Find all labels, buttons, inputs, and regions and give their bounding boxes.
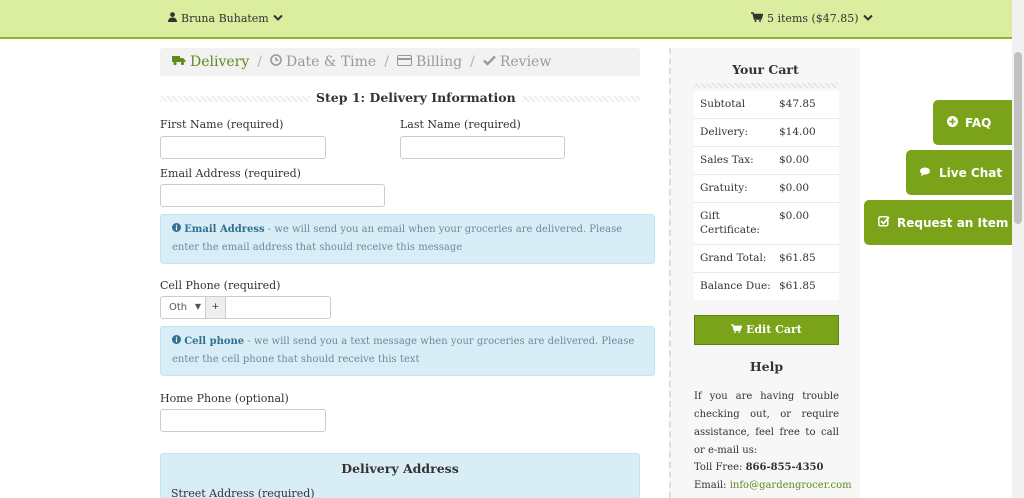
checkbox-icon xyxy=(878,215,890,230)
your-cart-title: Your Cart xyxy=(732,62,799,77)
phone-prefix-plus: + xyxy=(205,296,226,319)
toll-free-label: Toll Free: xyxy=(694,462,746,473)
totals-value: $0.00 xyxy=(779,154,810,166)
chevron-down-icon xyxy=(273,12,283,25)
user-icon xyxy=(168,12,177,25)
email-link[interactable]: info@gardengrocer.com xyxy=(730,480,852,491)
truck-icon xyxy=(172,54,186,70)
toll-free-line: Toll Free: 866-855-4350 xyxy=(694,462,823,473)
step-label: Review xyxy=(499,54,552,70)
email-info-title: Email Address xyxy=(184,224,265,235)
totals-row: Gratuity: $0.00 xyxy=(694,174,839,202)
scrollbar-thumb[interactable] xyxy=(1014,52,1022,224)
chat-icon xyxy=(920,166,932,180)
live-chat-tab[interactable]: Live Chat xyxy=(906,150,1012,195)
country-code-value: Oth xyxy=(169,302,188,313)
faq-tab[interactable]: FAQ xyxy=(933,100,1012,145)
user-name: Bruna Buhatem xyxy=(181,12,269,25)
caret-down-icon: ▼ xyxy=(194,302,201,311)
email-label: Email: xyxy=(694,480,730,491)
step-date-time[interactable]: Date & Time xyxy=(270,54,376,70)
totals-key: Grand Total: xyxy=(700,252,767,264)
faq-label: FAQ xyxy=(965,115,992,130)
chevron-down-icon xyxy=(862,12,873,25)
totals-key: Balance Due: xyxy=(700,280,771,292)
country-code-select[interactable]: Oth ▼ xyxy=(160,296,206,319)
shopping-cart-icon xyxy=(751,12,764,25)
first-name-label: First Name (required) xyxy=(160,118,284,131)
totals-value: $61.85 xyxy=(779,252,816,264)
street-address-label: Street Address (required) xyxy=(171,487,315,498)
totals-value: $47.85 xyxy=(779,98,816,110)
delivery-address-panel: Delivery Address Street Address (require… xyxy=(160,453,640,498)
divider xyxy=(693,83,838,88)
totals-row: Balance Due: $61.85 xyxy=(694,272,839,300)
request-item-label: Request an Item xyxy=(897,215,1009,230)
step-label: Date & Time xyxy=(285,54,377,70)
help-text: If you are having trouble checking out, … xyxy=(694,391,839,456)
info-icon xyxy=(172,221,181,239)
totals-value: $0.00 xyxy=(779,182,810,194)
totals-value: $0.00 xyxy=(779,210,810,222)
live-chat-label: Live Chat xyxy=(939,165,1003,180)
cart-summary: 5 items ($47.85) xyxy=(767,12,859,25)
checkout-steps: Delivery / Date & Time / Billing / Revie… xyxy=(160,48,640,76)
info-icon xyxy=(172,333,181,351)
delivery-address-title: Delivery Address xyxy=(341,461,459,476)
last-name-label: Last Name (required) xyxy=(400,118,521,131)
home-phone-input[interactable] xyxy=(160,409,326,432)
last-name-input[interactable] xyxy=(400,136,565,159)
credit-card-icon xyxy=(396,54,412,70)
help-title: Help xyxy=(749,359,784,374)
toll-free-number[interactable]: 866-855-4350 xyxy=(746,462,824,473)
shopping-cart-icon xyxy=(731,316,743,344)
totals-key: Delivery: xyxy=(700,126,748,138)
step-delivery[interactable]: Delivery xyxy=(172,54,249,70)
check-icon xyxy=(482,54,496,70)
step-label: Billing xyxy=(415,54,463,70)
totals-row: Subtotal $47.85 xyxy=(694,91,839,118)
totals-row: Delivery: $14.00 xyxy=(694,118,839,146)
totals-row: Gift Certificate: $0.00 xyxy=(694,202,839,244)
user-menu[interactable]: Bruna Buhatem xyxy=(168,12,283,25)
plus-circle-icon xyxy=(947,115,958,130)
cell-info-title: Cell phone xyxy=(184,336,245,347)
step-billing[interactable]: Billing xyxy=(396,54,463,70)
step-separator: / xyxy=(257,54,262,70)
cart-totals: Subtotal $47.85 Delivery: $14.00 Sales Tax… xyxy=(694,91,839,300)
email-label: Email Address (required) xyxy=(160,167,301,180)
totals-key: Gratuity: xyxy=(700,182,748,194)
cell-phone-label: Cell Phone (required) xyxy=(160,279,281,292)
totals-value: $61.85 xyxy=(779,280,816,292)
email-input[interactable] xyxy=(160,184,385,207)
request-item-tab[interactable]: Request an Item xyxy=(864,200,1012,245)
totals-key: Sales Tax: xyxy=(700,154,754,166)
step-review[interactable]: Review xyxy=(482,54,552,70)
totals-key: Subtotal xyxy=(700,98,746,110)
totals-value: $14.00 xyxy=(779,126,816,138)
edit-cart-button[interactable]: Edit Cart xyxy=(694,315,839,345)
step-label: Delivery xyxy=(190,54,250,70)
cart-sidebar: Your Cart Subtotal $47.85 Delivery: $14.00… xyxy=(669,48,860,498)
step-separator: / xyxy=(470,54,475,70)
totals-row: Grand Total: $61.85 xyxy=(694,244,839,272)
clock-icon xyxy=(270,54,282,70)
email-info-box: Email Address - we will send you an emai… xyxy=(160,214,655,264)
edit-cart-label: Edit Cart xyxy=(745,323,802,336)
section-title: Step 1: Delivery Information xyxy=(310,90,522,105)
top-bar: Bruna Buhatem 5 items ($47.85) xyxy=(0,0,1012,39)
page-scrollbar[interactable] xyxy=(1012,0,1024,498)
totals-row: Sales Tax: $0.00 xyxy=(694,146,839,174)
cart-menu[interactable]: 5 items ($47.85) xyxy=(751,12,873,25)
first-name-input[interactable] xyxy=(160,136,326,159)
totals-key: Gift Certificate: xyxy=(700,210,760,236)
cell-phone-input[interactable] xyxy=(225,296,331,319)
email-line: Email: info@gardengrocer.com xyxy=(694,480,852,491)
cell-info-box: Cell phone - we will send you a text mes… xyxy=(160,326,655,376)
home-phone-label: Home Phone (optional) xyxy=(160,392,289,405)
step-separator: / xyxy=(384,54,389,70)
